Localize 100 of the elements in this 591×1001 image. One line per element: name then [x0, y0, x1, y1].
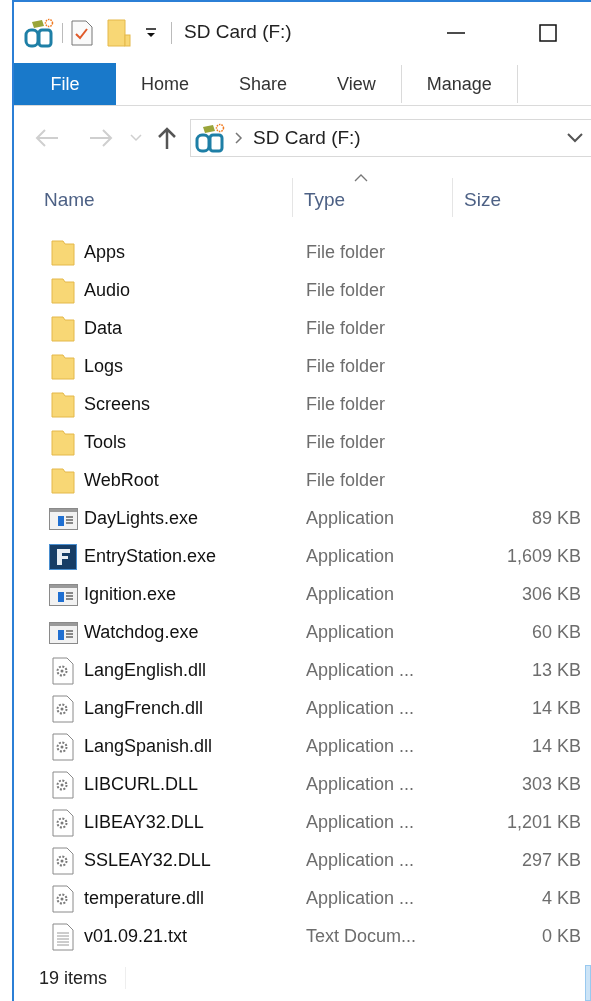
letter-f-app-icon	[49, 543, 77, 570]
file-name: LangFrench.dll	[84, 697, 205, 721]
gear-document-icon	[52, 884, 74, 913]
file-name: WebRoot	[84, 469, 160, 493]
file-size: 297 KB	[521, 849, 581, 873]
file-row[interactable]: Screens File folder	[14, 385, 591, 424]
file-size: 14 KB	[531, 735, 581, 759]
item-count: 19 items	[39, 966, 108, 990]
file-name: LIBCURL.DLL	[84, 773, 200, 797]
folder-icon	[51, 467, 75, 494]
view-toggle-button[interactable]	[585, 965, 591, 1001]
file-name: Ignition.exe	[84, 583, 178, 607]
folder-icon	[51, 277, 75, 304]
file-row[interactable]: EntryStation.exe Application 1,609 KB	[14, 537, 591, 576]
ribbon-tab[interactable]: View	[312, 63, 401, 106]
file-size: 89 KB	[531, 507, 581, 531]
dropdown-caret-icon[interactable]	[145, 26, 157, 39]
file-type: Application ...	[306, 887, 416, 911]
file-name: Tools	[84, 431, 128, 455]
file-type: Application ...	[306, 849, 416, 873]
file-name: LIBEAY32.DLL	[84, 811, 205, 835]
file-size: 60 KB	[531, 621, 581, 645]
file-row[interactable]: LangFrench.dll Application ... 14 KB	[14, 689, 591, 728]
file-name: Watchdog.exe	[84, 621, 200, 645]
gear-document-icon	[52, 770, 74, 799]
checklist-document-icon[interactable]	[71, 19, 93, 46]
file-type: Application	[306, 583, 396, 607]
column-header[interactable]: Type	[293, 169, 452, 225]
ribbon-tab[interactable]: Share	[214, 63, 313, 106]
folder-icon	[51, 239, 75, 266]
file-size: 14 KB	[531, 697, 581, 721]
file-row[interactable]: v01.09.21.txt Text Docum... 0 KB	[14, 917, 591, 956]
file-type: Text Docum...	[306, 925, 418, 949]
file-type: Application	[306, 621, 396, 645]
text-document-icon	[52, 922, 74, 951]
file-name: Apps	[84, 241, 127, 265]
file-name: Logs	[84, 355, 125, 379]
address-bar[interactable]: SD Card (F:)	[190, 118, 591, 157]
file-type: File folder	[306, 469, 387, 493]
file-name: Audio	[84, 279, 132, 303]
maximize-icon[interactable]	[539, 23, 557, 42]
file-name: DayLights.exe	[84, 507, 200, 531]
file-row[interactable]: Data File folder	[14, 309, 591, 348]
file-size: 1,609 KB	[506, 545, 581, 569]
file-row[interactable]: Ignition.exe Application 306 KB	[14, 575, 591, 614]
file-type: File folder	[306, 279, 387, 303]
gear-document-icon	[52, 694, 74, 723]
file-size: 306 KB	[521, 583, 581, 607]
ribbon-tab[interactable]: Home	[116, 63, 214, 106]
ribbon-tab[interactable]: Manage	[401, 63, 517, 106]
folder-icon	[51, 391, 75, 418]
file-type: Application ...	[306, 697, 416, 721]
column-header[interactable]: Name	[14, 169, 292, 225]
file-name: LangSpanish.dll	[84, 735, 214, 759]
chevron-right-icon	[235, 131, 243, 144]
file-type: Application ...	[306, 735, 416, 759]
address-path: SD Card (F:)	[253, 125, 361, 150]
file-type: File folder	[306, 355, 387, 379]
file-size: 303 KB	[521, 773, 581, 797]
file-type: Application ...	[306, 773, 416, 797]
application-window-icon	[48, 583, 78, 606]
file-name: EntryStation.exe	[84, 545, 218, 569]
gear-document-icon	[52, 846, 74, 875]
file-name: Data	[84, 317, 124, 341]
file-row[interactable]: Apps File folder	[14, 233, 591, 272]
file-size: 1,201 KB	[506, 811, 581, 835]
column-header[interactable]: Size	[453, 169, 591, 225]
chevron-down-icon[interactable]	[567, 132, 583, 143]
file-row[interactable]: SSLEAY32.DLL Application ... 297 KB	[14, 841, 591, 880]
file-row[interactable]: Tools File folder	[14, 423, 591, 462]
file-size: 0 KB	[541, 925, 581, 949]
file-row[interactable]: temperature.dll Application ... 4 KB	[14, 879, 591, 918]
gear-document-icon	[52, 656, 74, 685]
file-type: Application	[306, 545, 396, 569]
gear-document-icon	[52, 732, 74, 761]
file-type: Application ...	[306, 811, 416, 835]
file-row[interactable]: LIBEAY32.DLL Application ... 1,201 KB	[14, 803, 591, 842]
file-type: File folder	[306, 317, 387, 341]
minimize-icon[interactable]	[447, 30, 465, 35]
file-row[interactable]: WebRoot File folder	[14, 461, 591, 500]
file-row[interactable]: Audio File folder	[14, 271, 591, 310]
file-row[interactable]: LangEnglish.dll Application ... 13 KB	[14, 651, 591, 690]
file-name: SSLEAY32.DLL	[84, 849, 212, 873]
folder-icon	[51, 353, 75, 380]
file-name: v01.09.21.txt	[84, 925, 189, 949]
file-name: Screens	[84, 393, 152, 417]
ribbon-tab[interactable]: File	[14, 63, 116, 106]
window-title: SD Card (F:)	[184, 20, 292, 45]
file-row[interactable]: Watchdog.exe Application 60 KB	[14, 613, 591, 652]
folder-icon	[51, 315, 75, 342]
file-type: File folder	[306, 431, 387, 455]
file-row[interactable]: LangSpanish.dll Application ... 14 KB	[14, 727, 591, 766]
up-arrow-icon[interactable]	[156, 125, 178, 150]
file-row[interactable]: LIBCURL.DLL Application ... 303 KB	[14, 765, 591, 804]
file-row[interactable]: Logs File folder	[14, 347, 591, 386]
file-size: 4 KB	[541, 887, 581, 911]
file-name: LangEnglish.dll	[84, 659, 208, 683]
application-window-icon	[48, 621, 78, 644]
file-row[interactable]: DayLights.exe Application 89 KB	[14, 499, 591, 538]
file-size: 13 KB	[531, 659, 581, 683]
